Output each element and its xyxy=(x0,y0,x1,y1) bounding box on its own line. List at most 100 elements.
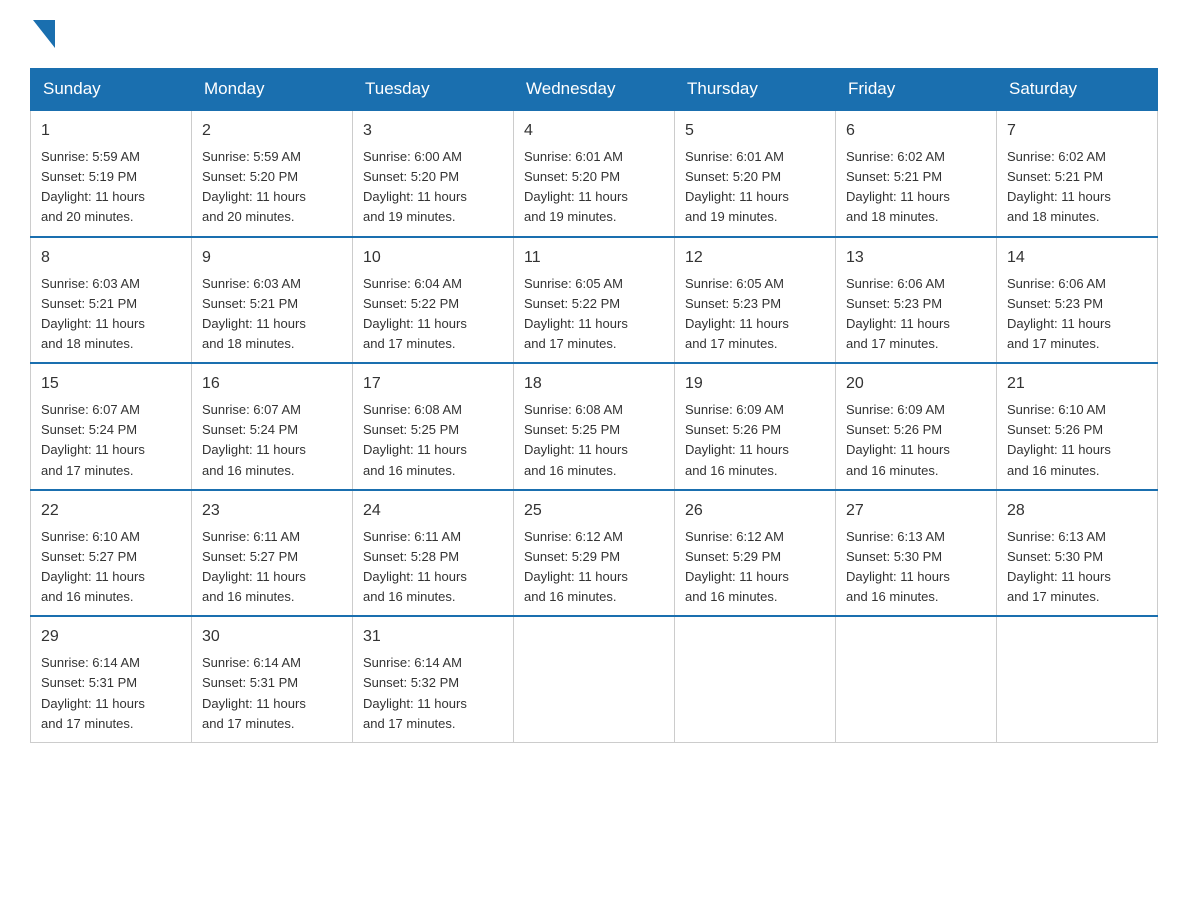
day-number: 31 xyxy=(363,625,503,649)
day-info: Sunrise: 6:13 AMSunset: 5:30 PMDaylight:… xyxy=(846,529,950,604)
day-number: 23 xyxy=(202,499,342,523)
calendar-cell: 16 Sunrise: 6:07 AMSunset: 5:24 PMDaylig… xyxy=(192,363,353,490)
calendar-cell: 30 Sunrise: 6:14 AMSunset: 5:31 PMDaylig… xyxy=(192,616,353,742)
calendar-cell: 25 Sunrise: 6:12 AMSunset: 5:29 PMDaylig… xyxy=(514,490,675,617)
calendar-cell: 31 Sunrise: 6:14 AMSunset: 5:32 PMDaylig… xyxy=(353,616,514,742)
day-number: 9 xyxy=(202,246,342,270)
day-info: Sunrise: 6:05 AMSunset: 5:23 PMDaylight:… xyxy=(685,276,789,351)
calendar-cell: 22 Sunrise: 6:10 AMSunset: 5:27 PMDaylig… xyxy=(31,490,192,617)
calendar-week-row: 29 Sunrise: 6:14 AMSunset: 5:31 PMDaylig… xyxy=(31,616,1158,742)
calendar-cell: 11 Sunrise: 6:05 AMSunset: 5:22 PMDaylig… xyxy=(514,237,675,364)
calendar-cell: 17 Sunrise: 6:08 AMSunset: 5:25 PMDaylig… xyxy=(353,363,514,490)
calendar-cell xyxy=(675,616,836,742)
calendar-cell xyxy=(997,616,1158,742)
day-number: 10 xyxy=(363,246,503,270)
day-number: 4 xyxy=(524,119,664,143)
calendar-cell: 26 Sunrise: 6:12 AMSunset: 5:29 PMDaylig… xyxy=(675,490,836,617)
calendar-cell: 8 Sunrise: 6:03 AMSunset: 5:21 PMDayligh… xyxy=(31,237,192,364)
day-info: Sunrise: 6:06 AMSunset: 5:23 PMDaylight:… xyxy=(846,276,950,351)
day-number: 29 xyxy=(41,625,181,649)
day-number: 20 xyxy=(846,372,986,396)
calendar-cell: 15 Sunrise: 6:07 AMSunset: 5:24 PMDaylig… xyxy=(31,363,192,490)
day-number: 25 xyxy=(524,499,664,523)
day-info: Sunrise: 6:12 AMSunset: 5:29 PMDaylight:… xyxy=(685,529,789,604)
day-number: 17 xyxy=(363,372,503,396)
day-info: Sunrise: 6:00 AMSunset: 5:20 PMDaylight:… xyxy=(363,149,467,224)
day-info: Sunrise: 6:09 AMSunset: 5:26 PMDaylight:… xyxy=(685,402,789,477)
header-sunday: Sunday xyxy=(31,69,192,111)
calendar-cell: 23 Sunrise: 6:11 AMSunset: 5:27 PMDaylig… xyxy=(192,490,353,617)
calendar-week-row: 15 Sunrise: 6:07 AMSunset: 5:24 PMDaylig… xyxy=(31,363,1158,490)
calendar-cell: 21 Sunrise: 6:10 AMSunset: 5:26 PMDaylig… xyxy=(997,363,1158,490)
calendar-week-row: 8 Sunrise: 6:03 AMSunset: 5:21 PMDayligh… xyxy=(31,237,1158,364)
day-info: Sunrise: 6:11 AMSunset: 5:28 PMDaylight:… xyxy=(363,529,467,604)
calendar-cell: 20 Sunrise: 6:09 AMSunset: 5:26 PMDaylig… xyxy=(836,363,997,490)
day-info: Sunrise: 6:14 AMSunset: 5:31 PMDaylight:… xyxy=(202,655,306,730)
calendar-cell: 9 Sunrise: 6:03 AMSunset: 5:21 PMDayligh… xyxy=(192,237,353,364)
day-number: 6 xyxy=(846,119,986,143)
calendar-cell: 14 Sunrise: 6:06 AMSunset: 5:23 PMDaylig… xyxy=(997,237,1158,364)
day-info: Sunrise: 6:05 AMSunset: 5:22 PMDaylight:… xyxy=(524,276,628,351)
calendar-cell xyxy=(836,616,997,742)
calendar-header-row: SundayMondayTuesdayWednesdayThursdayFrid… xyxy=(31,69,1158,111)
day-info: Sunrise: 6:01 AMSunset: 5:20 PMDaylight:… xyxy=(685,149,789,224)
day-info: Sunrise: 6:08 AMSunset: 5:25 PMDaylight:… xyxy=(524,402,628,477)
day-number: 18 xyxy=(524,372,664,396)
calendar-cell: 6 Sunrise: 6:02 AMSunset: 5:21 PMDayligh… xyxy=(836,110,997,237)
calendar-cell: 4 Sunrise: 6:01 AMSunset: 5:20 PMDayligh… xyxy=(514,110,675,237)
day-info: Sunrise: 6:09 AMSunset: 5:26 PMDaylight:… xyxy=(846,402,950,477)
day-number: 26 xyxy=(685,499,825,523)
calendar-cell: 1 Sunrise: 5:59 AMSunset: 5:19 PMDayligh… xyxy=(31,110,192,237)
day-number: 14 xyxy=(1007,246,1147,270)
calendar-cell: 7 Sunrise: 6:02 AMSunset: 5:21 PMDayligh… xyxy=(997,110,1158,237)
page-header xyxy=(30,20,1158,48)
calendar-cell: 28 Sunrise: 6:13 AMSunset: 5:30 PMDaylig… xyxy=(997,490,1158,617)
calendar-cell: 2 Sunrise: 5:59 AMSunset: 5:20 PMDayligh… xyxy=(192,110,353,237)
day-number: 13 xyxy=(846,246,986,270)
calendar-cell: 3 Sunrise: 6:00 AMSunset: 5:20 PMDayligh… xyxy=(353,110,514,237)
calendar-cell: 29 Sunrise: 6:14 AMSunset: 5:31 PMDaylig… xyxy=(31,616,192,742)
calendar-week-row: 1 Sunrise: 5:59 AMSunset: 5:19 PMDayligh… xyxy=(31,110,1158,237)
day-number: 3 xyxy=(363,119,503,143)
calendar-cell: 19 Sunrise: 6:09 AMSunset: 5:26 PMDaylig… xyxy=(675,363,836,490)
header-monday: Monday xyxy=(192,69,353,111)
day-number: 30 xyxy=(202,625,342,649)
day-info: Sunrise: 6:14 AMSunset: 5:32 PMDaylight:… xyxy=(363,655,467,730)
calendar-cell: 24 Sunrise: 6:11 AMSunset: 5:28 PMDaylig… xyxy=(353,490,514,617)
day-info: Sunrise: 5:59 AMSunset: 5:19 PMDaylight:… xyxy=(41,149,145,224)
day-number: 1 xyxy=(41,119,181,143)
day-number: 8 xyxy=(41,246,181,270)
day-number: 16 xyxy=(202,372,342,396)
day-info: Sunrise: 6:13 AMSunset: 5:30 PMDaylight:… xyxy=(1007,529,1111,604)
header-saturday: Saturday xyxy=(997,69,1158,111)
day-info: Sunrise: 6:10 AMSunset: 5:27 PMDaylight:… xyxy=(41,529,145,604)
day-number: 5 xyxy=(685,119,825,143)
calendar-cell: 10 Sunrise: 6:04 AMSunset: 5:22 PMDaylig… xyxy=(353,237,514,364)
header-wednesday: Wednesday xyxy=(514,69,675,111)
day-info: Sunrise: 6:10 AMSunset: 5:26 PMDaylight:… xyxy=(1007,402,1111,477)
calendar-cell: 18 Sunrise: 6:08 AMSunset: 5:25 PMDaylig… xyxy=(514,363,675,490)
day-info: Sunrise: 6:04 AMSunset: 5:22 PMDaylight:… xyxy=(363,276,467,351)
day-number: 2 xyxy=(202,119,342,143)
header-thursday: Thursday xyxy=(675,69,836,111)
day-number: 12 xyxy=(685,246,825,270)
day-info: Sunrise: 6:01 AMSunset: 5:20 PMDaylight:… xyxy=(524,149,628,224)
day-number: 7 xyxy=(1007,119,1147,143)
day-info: Sunrise: 6:06 AMSunset: 5:23 PMDaylight:… xyxy=(1007,276,1111,351)
day-info: Sunrise: 6:12 AMSunset: 5:29 PMDaylight:… xyxy=(524,529,628,604)
day-number: 24 xyxy=(363,499,503,523)
day-info: Sunrise: 6:07 AMSunset: 5:24 PMDaylight:… xyxy=(202,402,306,477)
day-number: 11 xyxy=(524,246,664,270)
logo-arrow-icon xyxy=(33,20,55,48)
header-tuesday: Tuesday xyxy=(353,69,514,111)
header-friday: Friday xyxy=(836,69,997,111)
calendar-cell: 12 Sunrise: 6:05 AMSunset: 5:23 PMDaylig… xyxy=(675,237,836,364)
day-number: 19 xyxy=(685,372,825,396)
day-info: Sunrise: 5:59 AMSunset: 5:20 PMDaylight:… xyxy=(202,149,306,224)
day-info: Sunrise: 6:03 AMSunset: 5:21 PMDaylight:… xyxy=(41,276,145,351)
day-info: Sunrise: 6:03 AMSunset: 5:21 PMDaylight:… xyxy=(202,276,306,351)
day-info: Sunrise: 6:02 AMSunset: 5:21 PMDaylight:… xyxy=(846,149,950,224)
day-number: 21 xyxy=(1007,372,1147,396)
calendar-week-row: 22 Sunrise: 6:10 AMSunset: 5:27 PMDaylig… xyxy=(31,490,1158,617)
day-number: 27 xyxy=(846,499,986,523)
